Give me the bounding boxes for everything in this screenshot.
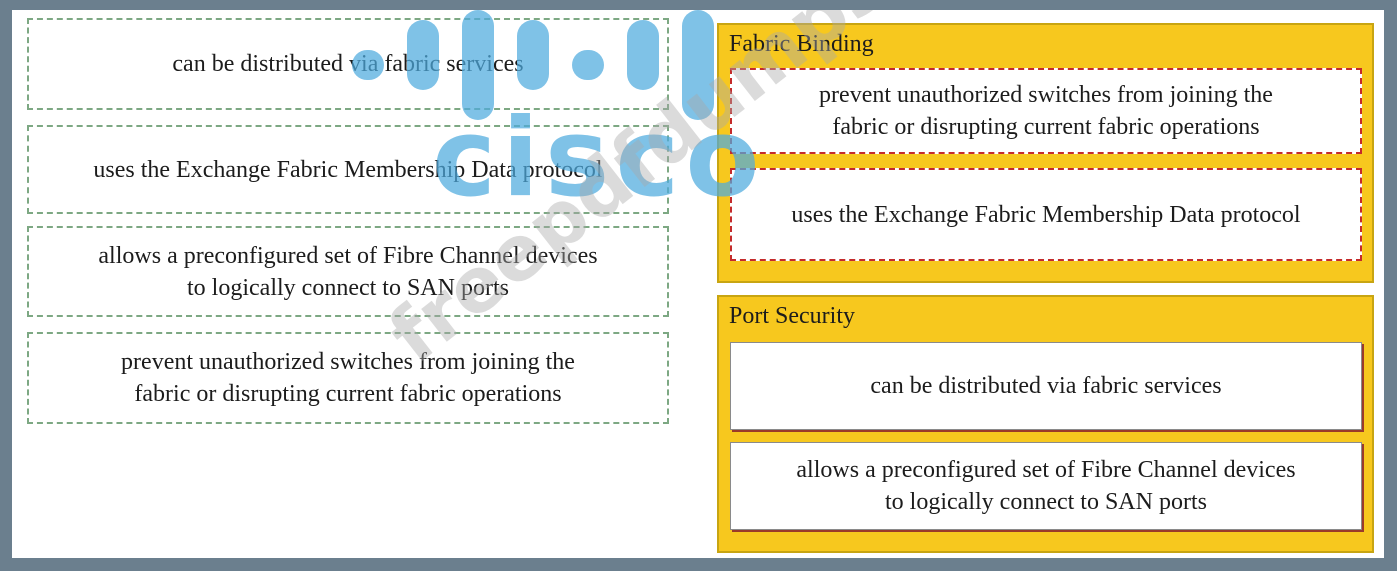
slot-label: uses the Exchange Fabric Membership Data… [791, 201, 1301, 228]
drop-slot[interactable]: uses the Exchange Fabric Membership Data… [730, 168, 1362, 261]
slot-label: allows a preconfigured set of Fibre Chan… [796, 457, 1296, 515]
item-label: uses the Exchange Fabric Membership Data… [93, 156, 603, 183]
item-label: allows a preconfigured set of Fibre Chan… [98, 242, 598, 301]
target-panel-fabric-binding: Fabric Binding prevent unauthorized swit… [717, 23, 1374, 283]
draggable-item-prevent-unauthorized[interactable]: prevent unauthorized switches from joini… [27, 332, 669, 424]
drop-slot[interactable]: can be distributed via fabric services [730, 342, 1362, 430]
target-panel-port-security: Port Security can be distributed via fab… [717, 295, 1374, 553]
drop-slot[interactable]: prevent unauthorized switches from joini… [730, 68, 1362, 154]
draggable-item-preconfigured-devices[interactable]: allows a preconfigured set of Fibre Chan… [27, 226, 669, 317]
slot-label: can be distributed via fabric services [870, 373, 1222, 399]
slot-label: prevent unauthorized switches from joini… [819, 82, 1273, 140]
draggable-item-efmd-protocol[interactable]: uses the Exchange Fabric Membership Data… [27, 125, 669, 214]
item-label: prevent unauthorized switches from joini… [121, 349, 575, 407]
drag-drop-workspace: can be distributed via fabric services u… [12, 10, 1384, 558]
drop-slot[interactable]: allows a preconfigured set of Fibre Chan… [730, 442, 1362, 530]
panel-title: Port Security [729, 303, 855, 329]
panel-title: Fabric Binding [729, 31, 874, 57]
